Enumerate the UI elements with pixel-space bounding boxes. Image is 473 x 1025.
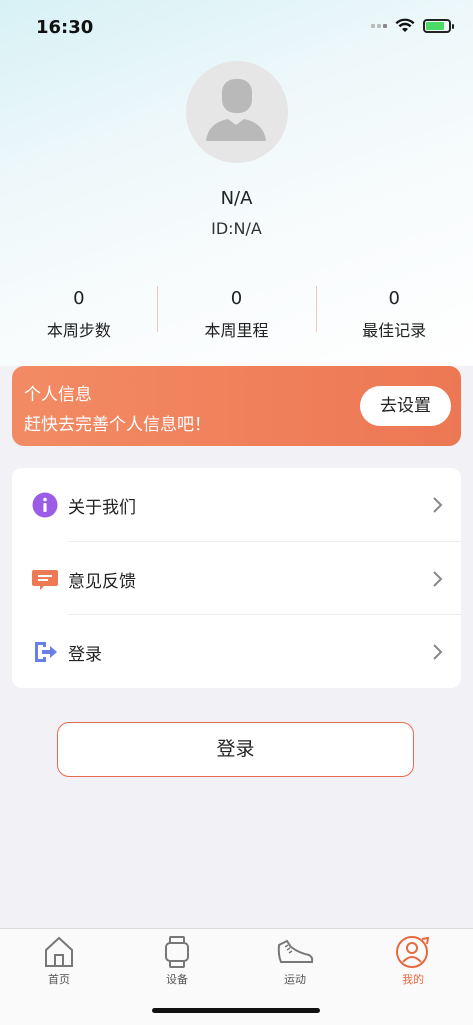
profile-info-banner: 个人信息 赶快去完善个人信息吧！ 去设置	[12, 366, 461, 446]
menu-label: 登录	[68, 645, 102, 665]
login-icon	[35, 642, 57, 662]
user-nickname: N/A	[220, 188, 253, 209]
menu-item-feedback[interactable]: 意见反馈	[12, 542, 461, 615]
stat-divider	[157, 286, 158, 332]
stat-label: 最佳记录	[362, 321, 427, 340]
tab-label: 首页	[48, 973, 70, 986]
status-icons	[371, 18, 454, 34]
stat-value: 0	[388, 288, 400, 309]
tab-mine[interactable]: 我的	[373, 935, 453, 987]
stat-value: 0	[73, 288, 85, 309]
chevron-right-icon	[433, 571, 443, 587]
menu-item-about[interactable]: 关于我们	[12, 468, 461, 541]
chevron-right-icon	[433, 497, 443, 513]
menu-label: 意见反馈	[68, 572, 136, 592]
user-id: ID:N/A	[211, 219, 262, 238]
wifi-icon	[395, 18, 415, 32]
info-icon	[32, 492, 58, 518]
feedback-icon	[32, 570, 58, 590]
stat-label: 本周步数	[46, 321, 111, 340]
go-settings-button[interactable]: 去设置	[360, 386, 451, 426]
home-icon	[45, 936, 73, 967]
home-indicator	[152, 1008, 320, 1013]
avatar-placeholder-icon	[206, 79, 266, 141]
login-button[interactable]: 登录	[57, 722, 414, 777]
tab-home[interactable]: 首页	[19, 935, 99, 987]
weekly-stats: 0 本周步数 0 本周里程 0 最佳记录	[0, 284, 473, 344]
stat-value: 0	[230, 288, 243, 309]
menu-label: 关于我们	[68, 498, 136, 518]
stat-label: 本周里程	[204, 321, 269, 340]
tab-label: 设备	[166, 973, 188, 986]
stat-best-record: 0 最佳记录	[315, 284, 473, 344]
menu-item-login[interactable]: 登录	[12, 615, 461, 688]
watch-icon	[165, 936, 189, 968]
menu-list: 关于我们 意见反馈 登录	[12, 468, 461, 688]
signal-icon	[371, 24, 387, 28]
user-icon	[396, 936, 430, 968]
status-time: 16:30	[36, 17, 94, 38]
tab-label: 我的	[402, 973, 424, 986]
tab-label: 运动	[284, 973, 306, 986]
battery-icon	[423, 19, 454, 33]
status-bar: 16:30	[0, 0, 473, 58]
tab-sport[interactable]: 运动	[255, 935, 335, 987]
stat-weekly-distance: 0 本周里程	[158, 284, 316, 344]
shoe-icon	[277, 939, 314, 963]
banner-title: 个人信息	[24, 385, 92, 405]
stat-divider	[316, 286, 317, 332]
avatar[interactable]	[186, 61, 288, 163]
chevron-right-icon	[433, 644, 443, 660]
stat-weekly-steps: 0 本周步数	[0, 284, 158, 344]
tab-device[interactable]: 设备	[137, 935, 217, 987]
banner-subtitle: 赶快去完善个人信息吧！	[24, 415, 211, 435]
